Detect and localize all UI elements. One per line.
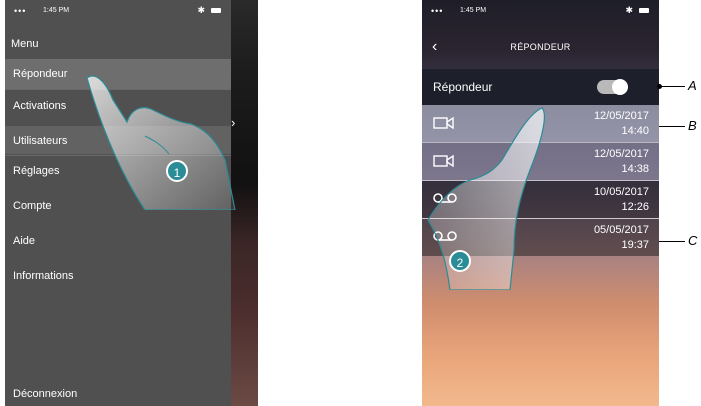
page-title: RÉPONDEUR (510, 42, 571, 52)
callout-label-a: A (688, 78, 697, 93)
status-time: 1:45 PM (460, 7, 487, 14)
signal-icon: ••• (431, 6, 444, 16)
menu-item-informations[interactable]: Informations (5, 261, 231, 291)
battery-icon (639, 8, 649, 13)
message-date: 10/05/2017 (593, 186, 649, 198)
left-phone-screen: ••• 1:45 PM ✱ Menu Répondeur Activations… (5, 0, 258, 406)
toggle-label: Répondeur (433, 80, 493, 94)
message-time: 14:38 (621, 163, 649, 175)
menu-title: Menu (11, 38, 39, 50)
message-date: 12/05/2017 (593, 148, 649, 160)
message-time: 19:37 (621, 239, 649, 251)
repondeur-toggle-switch[interactable] (597, 79, 628, 95)
status-bar: ••• 1:45 PM ✱ (422, 0, 659, 22)
callout-label-b: B (688, 118, 697, 133)
bluetooth-icon: ✱ (197, 5, 205, 15)
callout-line-c (659, 241, 685, 242)
right-phone-screen: ••• 1:45 PM ✱ ‹ RÉPONDEUR Répondeur 12/0… (422, 0, 659, 406)
step-badge-1: 1 (166, 160, 188, 182)
toggle-knob (612, 79, 628, 95)
battery-icon (211, 8, 221, 13)
message-time: 14:40 (621, 125, 649, 137)
message-time: 12:26 (621, 201, 649, 213)
callout-line-a (659, 86, 685, 87)
callout-label-c: C (688, 233, 698, 248)
status-time: 1:45 PM (43, 7, 70, 14)
callout-line-b (659, 126, 685, 127)
bluetooth-icon: ✱ (625, 5, 633, 15)
menu-item-aide[interactable]: Aide (5, 226, 231, 256)
signal-icon: ••• (14, 6, 27, 16)
step-badge-2: 2 (449, 250, 471, 272)
logout-button[interactable]: Déconnexion (5, 379, 231, 406)
message-date: 05/05/2017 (593, 224, 649, 236)
pointing-hand-illustration (427, 107, 545, 290)
pointing-hand-illustration (86, 75, 236, 210)
message-date: 12/05/2017 (593, 110, 649, 122)
status-bar: ••• 1:45 PM ✱ (5, 0, 231, 22)
